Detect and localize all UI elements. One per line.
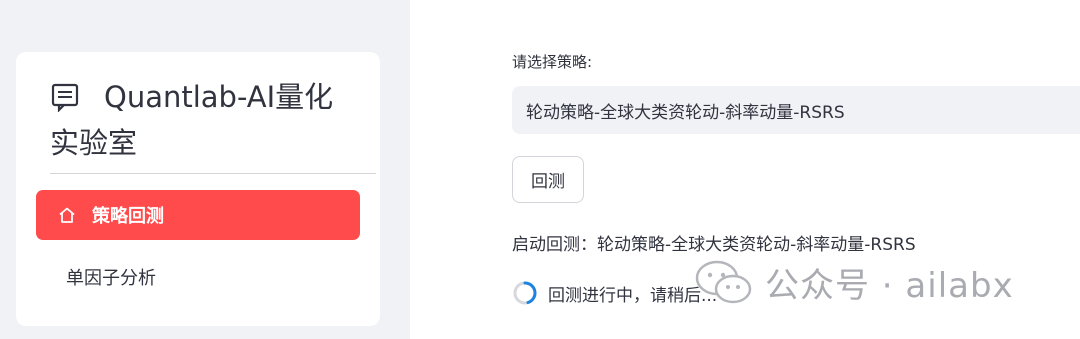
menu-item-label: 策略回测 <box>92 206 164 227</box>
app-title: Quantlab-AI量化实验室 <box>50 80 334 160</box>
wechat-icon <box>695 260 752 303</box>
backtest-status-text: 启动回测：轮动策略-全球大类资轮动-斜率动量-RSRS <box>512 235 916 255</box>
watermark: 公众号 · ailabx <box>695 258 1014 307</box>
menu-item-backtest[interactable]: 策略回测 <box>36 190 360 240</box>
progress-text: 回测进行中，请稍后... <box>548 285 718 306</box>
progress-row: 回测进行中，请稍后... <box>512 280 717 306</box>
menu-item-single-factor[interactable]: 单因子分析 <box>36 252 360 302</box>
backtest-button[interactable]: 回测 <box>512 156 584 203</box>
menu-item-label: 单因子分析 <box>66 268 156 289</box>
spinner-icon <box>513 281 537 305</box>
strategy-select-label: 请选择策略: <box>512 53 593 71</box>
home-icon <box>59 207 75 223</box>
watermark-text: 公众号 · ailabx <box>765 266 1014 306</box>
sidebar-card: Quantlab-AI量化实验室 策略回测 单因子分析 <box>16 52 380 326</box>
strategy-select[interactable]: 轮动策略-全球大类资轮动-斜率动量-RSRS <box>512 86 1080 134</box>
title-divider <box>50 173 376 174</box>
strategy-select-value: 轮动策略-全球大类资轮动-斜率动量-RSRS <box>526 102 845 123</box>
sidebar-pane: Quantlab-AI量化实验室 策略回测 单因子分析 <box>0 0 410 339</box>
